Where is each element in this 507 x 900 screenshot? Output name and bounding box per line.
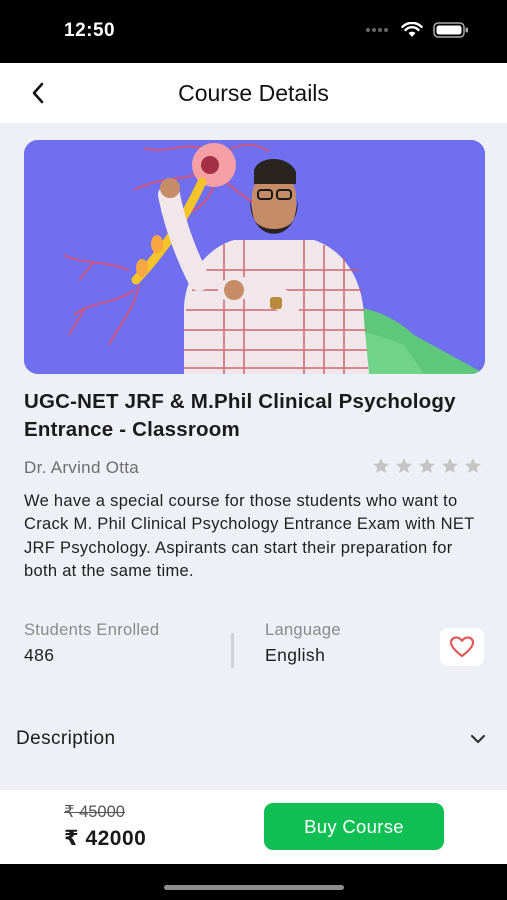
course-thumbnail-illustration — [24, 140, 485, 374]
status-icons — [365, 22, 469, 38]
star-rating — [371, 456, 483, 476]
language-value: English — [265, 645, 326, 665]
course-thumbnail — [24, 140, 485, 374]
star-icon — [396, 458, 412, 474]
star-icon — [373, 458, 389, 474]
instructor-name: Dr. Arvind Otta — [24, 458, 140, 477]
cellular-signal-icon — [366, 28, 388, 32]
chevron-down-icon — [470, 734, 486, 744]
star-icon — [442, 458, 458, 474]
status-bar: 12:50 — [0, 0, 507, 63]
students-enrolled-value: 486 — [24, 645, 55, 665]
navigation-header: Course Details — [0, 63, 507, 123]
buy-course-button[interactable]: Buy Course — [264, 803, 444, 850]
home-indicator-area — [0, 864, 507, 900]
purchase-bar: ₹ 45000 ₹ 42000 Buy Course — [0, 790, 507, 864]
stats-divider — [231, 633, 234, 668]
discounted-price: ₹ 42000 — [64, 827, 147, 850]
course-summary: We have a special course for those stude… — [24, 492, 475, 580]
students-enrolled-label: Students Enrolled — [24, 621, 160, 639]
description-section-toggle[interactable]: Description — [0, 716, 507, 762]
wifi-icon — [401, 22, 423, 37]
heart-outline-icon — [449, 636, 475, 658]
course-title: UGC-NET JRF & M.Phil Clinical Psychology… — [24, 390, 456, 441]
status-time: 12:50 — [64, 20, 116, 41]
home-indicator[interactable] — [164, 885, 344, 890]
original-price: ₹ 45000 — [64, 803, 125, 821]
language-label: Language — [265, 621, 341, 639]
favorite-button[interactable] — [440, 628, 484, 666]
star-icon — [465, 458, 481, 474]
star-icon — [419, 458, 435, 474]
page-title: Course Details — [178, 80, 329, 106]
battery-icon — [433, 22, 468, 38]
description-section-label: Description — [16, 728, 116, 749]
